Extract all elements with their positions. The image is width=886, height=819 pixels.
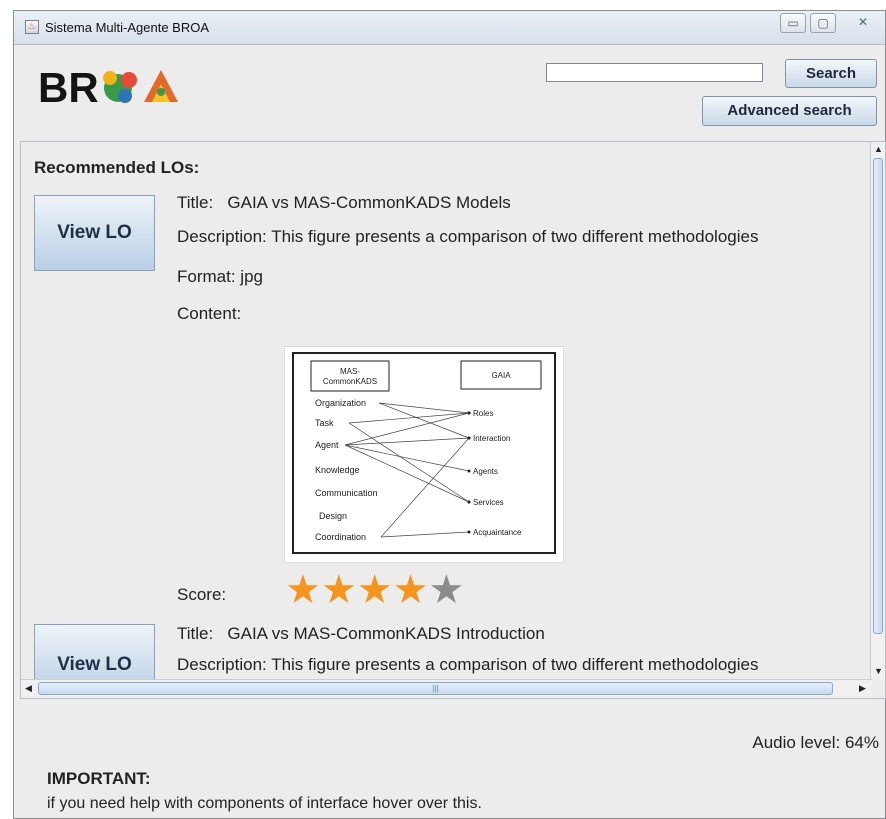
lo-format: Format: jpg (177, 267, 263, 287)
lo-title-2: Title: GAIA vs MAS-CommonKADS Introducti… (177, 624, 545, 644)
scroll-right-arrow-icon[interactable]: ▶ (859, 683, 866, 694)
advanced-search-button[interactable]: Advanced search (702, 96, 877, 126)
left-item-text: Organization (315, 398, 366, 408)
recommendations-scroll-pane[interactable]: Recommended LOs: View LO Title: GAIA vs … (20, 141, 886, 699)
left-item-text: Knowledge (315, 465, 360, 475)
lo-title-label-2: Title: (177, 624, 214, 643)
lo-description-value-2: This figure presents a comparison of two… (271, 655, 759, 674)
left-header-box (310, 360, 390, 392)
left-item-text: Agent (315, 440, 339, 450)
mapping-arrowhead (467, 411, 471, 415)
content-figure: MAS- CommonKADS GAIA Organization Task Agent K… (285, 347, 563, 562)
right-header-text: GAIA (491, 371, 511, 380)
right-item-text: Roles (473, 409, 493, 418)
right-item-text: Acquaintance (473, 528, 522, 537)
svg-text:BR: BR (38, 64, 99, 110)
right-item-text: Interaction (473, 434, 510, 443)
left-header-text: CommonKADS (323, 377, 377, 386)
mapping-arrowhead (467, 530, 471, 534)
left-item-text: Coordination (315, 532, 366, 542)
search-input[interactable] (546, 63, 763, 82)
horizontal-scroll-thumb[interactable]: ||| (38, 682, 833, 695)
view-lo-button[interactable]: View LO (34, 195, 155, 271)
right-item-text: Agents (473, 467, 498, 476)
audio-level: Audio level: 64% (752, 733, 879, 752)
java-app-icon: ♨ (25, 20, 39, 34)
lo-title: Title: GAIA vs MAS-CommonKADS Models (177, 193, 511, 213)
right-item-text: Services (473, 498, 504, 507)
lo-content-label: Content: (177, 304, 242, 323)
mapping-arrowhead (467, 436, 471, 440)
lo-description-2: Description: This figure presents a comp… (177, 655, 758, 675)
search-button[interactable]: Search (785, 59, 877, 88)
lo-description: Description: This figure presents a comp… (177, 227, 758, 247)
star-filled-icon: ★ (356, 568, 393, 612)
left-item-text: Design (319, 511, 347, 521)
lo-title-value-2: GAIA vs MAS-CommonKADS Introduction (227, 624, 545, 643)
maximize-button[interactable]: ▢ (810, 13, 836, 33)
star-empty-icon: ★ (428, 568, 465, 612)
title-bar: ♨ Sistema Multi-Agente BROA ▭ ▢ ✕ (14, 11, 885, 45)
close-button[interactable]: ✕ (845, 13, 881, 33)
app-window: ♨ Sistema Multi-Agente BROA ▭ ▢ ✕ BR Sea… (13, 10, 886, 819)
scroll-up-arrow-icon[interactable]: ▲ (874, 144, 883, 154)
view-lo-button-2-label: View LO (57, 654, 132, 675)
lo-description-label-2: Description: (177, 655, 267, 674)
lo-title-value: GAIA vs MAS-CommonKADS Models (227, 193, 511, 212)
lo-description-value: This figure presents a comparison of two… (271, 227, 759, 246)
footer-panel: Audio level: 64% IMPORTANT: if you need … (20, 703, 886, 818)
scroll-left-arrow-icon[interactable]: ◀ (25, 683, 32, 694)
broa-logo: BR (36, 62, 186, 111)
left-item-text: Communication (315, 488, 378, 498)
help-hover-text[interactable]: if you need help with components of inte… (47, 795, 482, 813)
recommended-heading: Recommended LOs: (34, 158, 200, 177)
score-stars: ★★★★★ (285, 570, 464, 610)
scroll-down-arrow-icon[interactable]: ▼ (874, 666, 883, 676)
star-filled-icon: ★ (285, 568, 321, 612)
lo-format-label: Format: (177, 267, 236, 286)
star-filled-icon: ★ (320, 568, 357, 612)
important-title: IMPORTANT: (47, 769, 151, 788)
horizontal-scrollbar[interactable]: ◀ ||| ▶ (21, 679, 872, 698)
lo-format-value: jpg (240, 267, 263, 286)
left-header-text: MAS- (340, 367, 360, 376)
window-title: Sistema Multi-Agente BROA (45, 20, 210, 35)
star-filled-icon: ★ (392, 568, 429, 612)
comparison-diagram: MAS-CommonKADS GAIA Organization Task Agent K… (292, 352, 556, 554)
mapping-arrowhead (467, 469, 471, 473)
vertical-scrollbar[interactable]: ▲ ▼ (870, 142, 885, 680)
mapping-arrowhead (467, 500, 471, 504)
lo-description-label: Description: (177, 227, 267, 246)
lo-score-label: Score: (177, 585, 227, 604)
minimize-button[interactable]: ▭ (780, 13, 806, 33)
left-item-text: Task (315, 418, 334, 428)
lo-title-label: Title: (177, 193, 214, 212)
vertical-scroll-thumb[interactable] (873, 158, 883, 634)
